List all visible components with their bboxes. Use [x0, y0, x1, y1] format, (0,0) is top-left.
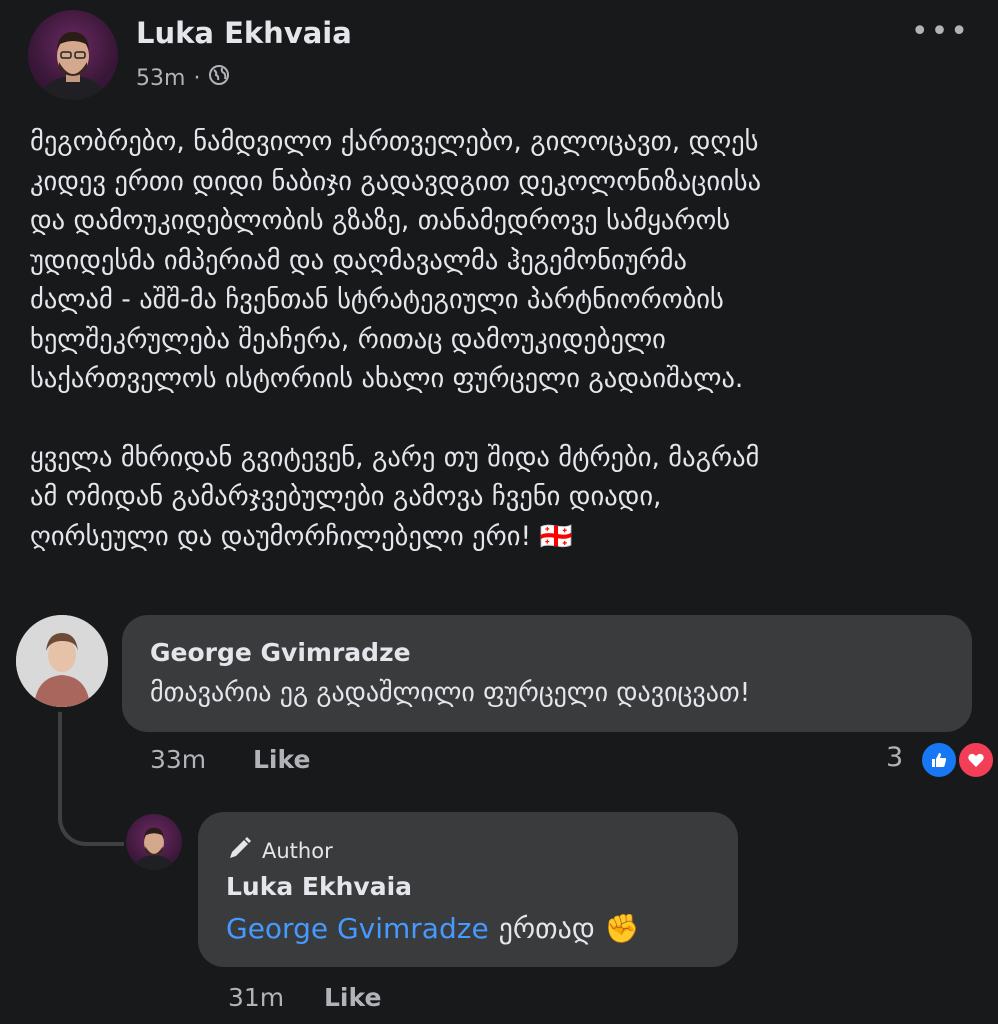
meta-separator: ·: [193, 65, 201, 91]
like-reaction-icon[interactable]: [919, 740, 959, 780]
post-paragraph: ყველა მხრიდან გვიტევენ, გარე თუ შიდა მტრ…: [30, 441, 760, 552]
comment-timestamp[interactable]: 33m: [150, 745, 206, 774]
reply-author-avatar[interactable]: [126, 814, 182, 870]
reply-text: George Gvimradze ერთად ✊: [226, 912, 640, 945]
comment-bubble: [122, 615, 972, 732]
love-reaction-icon[interactable]: [956, 740, 996, 780]
comment-like-button[interactable]: Like: [253, 745, 310, 774]
post-body: მეგობრებო, ნამდვილო ქართველებო, გილოცავთ…: [30, 122, 980, 556]
post-timestamp[interactable]: 53m: [136, 66, 185, 91]
author-badge-label: Author: [262, 838, 333, 863]
reply-mention-link[interactable]: George Gvimradze: [226, 912, 489, 945]
fist-emoji: ✊: [604, 912, 640, 945]
more-options-icon[interactable]: •••: [911, 17, 970, 47]
globe-icon: [208, 64, 230, 92]
post-author-avatar[interactable]: [28, 10, 118, 100]
comment-text: მთავარია ეგ გადაშლილი ფურცელი დავიცვათ!: [150, 678, 751, 708]
reply-message: ერთად: [498, 912, 595, 945]
reply-author-name[interactable]: Luka Ekhvaia: [226, 872, 412, 901]
reply-timestamp[interactable]: 31m: [228, 983, 284, 1012]
reaction-count[interactable]: 3: [886, 742, 903, 773]
author-badge: Author: [226, 836, 333, 865]
comment-author-name[interactable]: George Gvimradze: [150, 638, 411, 667]
pen-icon: [226, 836, 254, 865]
thread-connector: [58, 712, 124, 846]
post-meta: 53m ·: [136, 64, 230, 92]
commenter-avatar[interactable]: [16, 615, 108, 707]
reply-like-button[interactable]: Like: [324, 983, 381, 1012]
post-paragraph: მეგობრებო, ნამდვილო ქართველებო, გილოცავთ…: [30, 126, 762, 394]
post-author-name[interactable]: Luka Ekhvaia: [136, 16, 352, 50]
